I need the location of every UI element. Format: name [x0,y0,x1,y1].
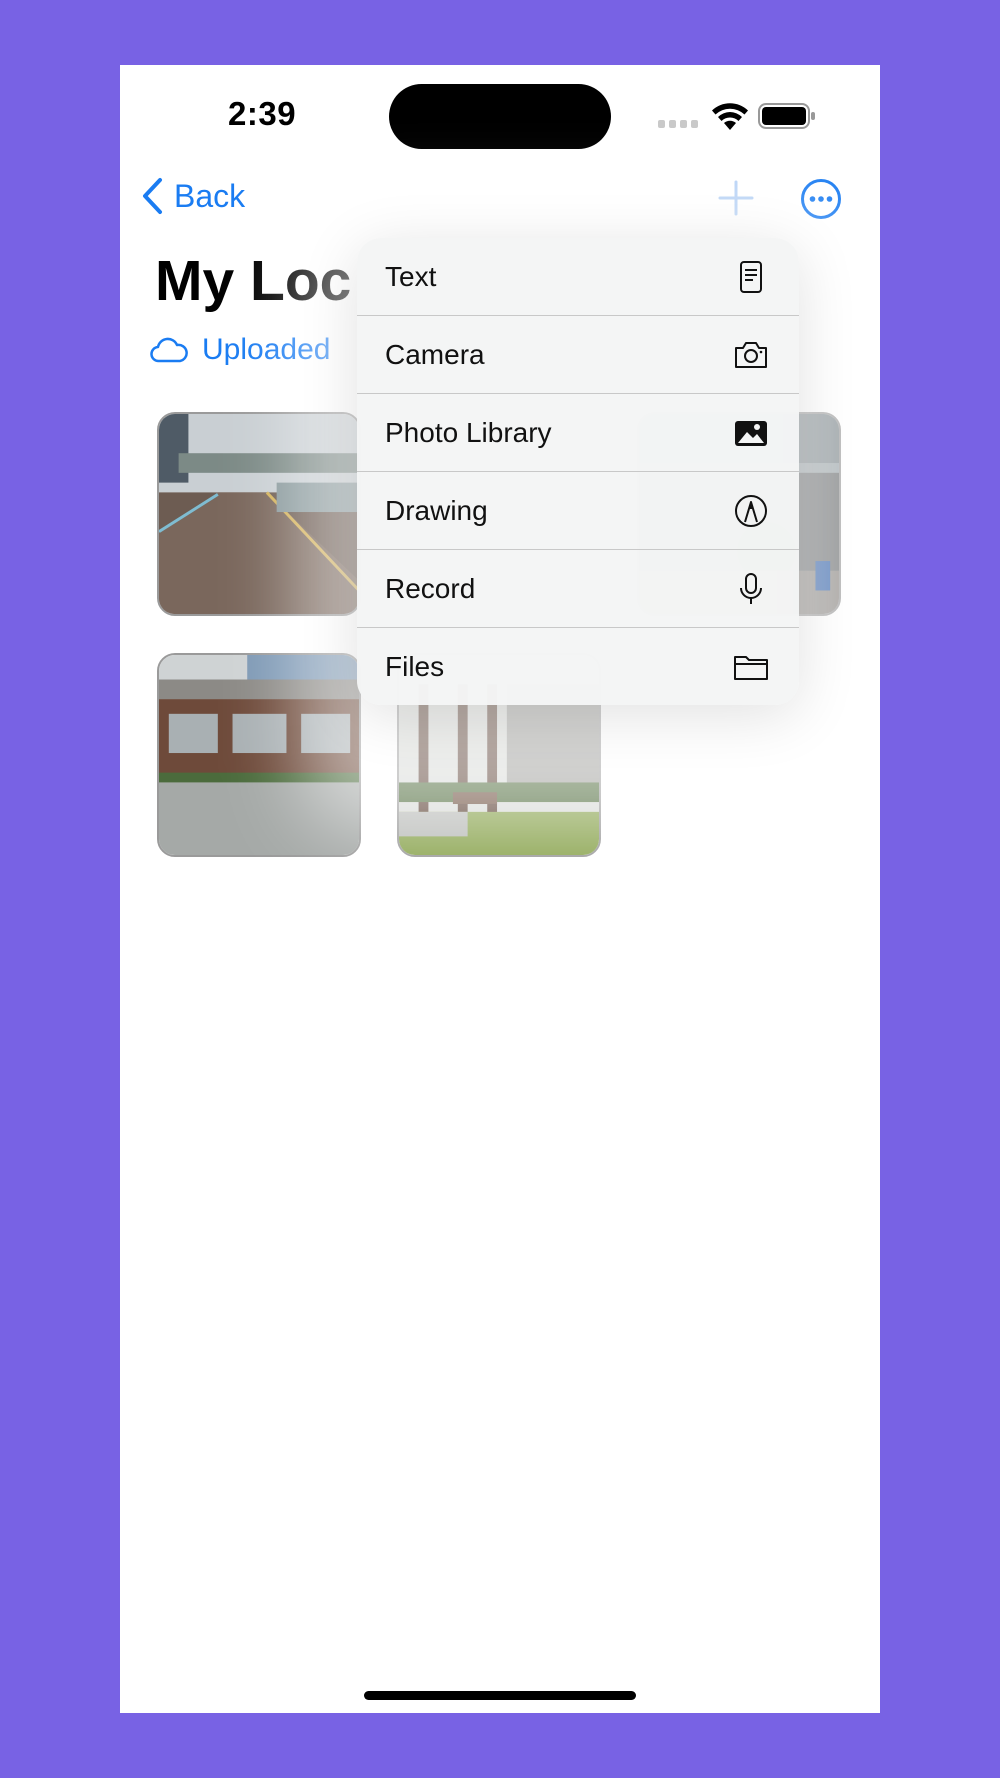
menu-item-files[interactable]: Files [357,628,799,705]
camera-icon [735,341,767,368]
menu-item-photo-library[interactable]: Photo Library [357,394,799,472]
cellular-signal-icon [658,120,698,128]
menu-item-record[interactable]: Record [357,550,799,628]
chevron-left-icon [143,178,162,214]
menu-item-text[interactable]: Text [357,238,799,316]
cloud-icon [150,337,188,363]
menu-item-label: Photo Library [385,416,552,448]
plus-icon[interactable] [716,178,756,218]
menu-item-drawing[interactable]: Drawing [357,472,799,550]
pencil-tip-circle-icon [735,494,767,527]
photo-icon [735,420,767,446]
home-indicator[interactable] [364,1691,636,1700]
menu-item-label: Text [385,260,437,292]
ellipsis-circle-icon[interactable] [800,178,842,220]
microphone-icon [740,572,762,604]
text-document-icon [740,260,762,293]
menu-item-label: Files [385,650,445,682]
menu-item-label: Drawing [385,494,488,526]
menu-item-camera[interactable]: Camera [357,316,799,394]
folder-icon [734,655,768,680]
battery-icon [758,103,815,129]
back-button[interactable]: Back [140,177,245,215]
menu-item-label: Camera [385,338,485,370]
menu-item-label: Record [385,572,476,604]
status-time: 2:39 [228,95,297,132]
dynamic-island [389,84,611,149]
add-content-menu: Text Camera Photo Library Drawing Record… [357,238,799,705]
back-label: Back [174,177,246,214]
wifi-icon [712,103,748,130]
phone-screen: 2:39 Back My Loc Uploaded Text Camera Ph… [120,65,880,1713]
